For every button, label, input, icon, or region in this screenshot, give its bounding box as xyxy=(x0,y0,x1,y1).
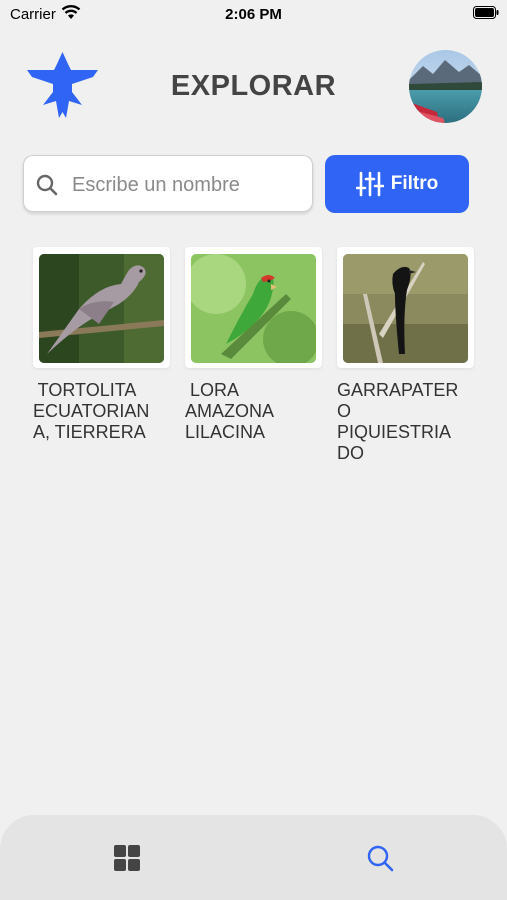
bird-thumbnail[interactable] xyxy=(337,247,474,368)
bird-card[interactable]: GARRAPATER O PIQUIESTRIA DO xyxy=(337,247,474,464)
grid-icon[interactable] xyxy=(113,844,141,872)
bird-name: GARRAPATER O PIQUIESTRIA DO xyxy=(337,380,459,463)
bird-thumbnail[interactable] xyxy=(33,247,170,368)
black-bird-photo xyxy=(343,254,468,363)
sliders-icon xyxy=(355,171,384,197)
tab-bar xyxy=(0,815,507,900)
search-input[interactable] xyxy=(70,166,304,204)
filter-button[interactable]: Filtro xyxy=(325,155,469,213)
bird-name: LORA AMAZONA LILACINA xyxy=(185,380,275,442)
dove-photo xyxy=(39,254,164,363)
green-parrot-photo xyxy=(191,254,316,363)
search-field[interactable] xyxy=(23,155,313,212)
bird-name: TORTOLITA ECUATORIAN A, TIERRERA xyxy=(33,380,150,442)
search-icon xyxy=(36,174,58,196)
filter-label: Filtro xyxy=(390,173,439,194)
lake-mountain-avatar xyxy=(409,50,482,123)
search-tab-icon[interactable] xyxy=(366,844,394,872)
bird-thumbnail[interactable] xyxy=(185,247,322,368)
status-bar: Carrier 2:06 PM xyxy=(0,0,507,28)
status-time: 2:06 PM xyxy=(225,6,282,23)
bird-card[interactable]: TORTOLITA ECUATORIAN A, TIERRERA xyxy=(33,247,170,443)
avatar[interactable] xyxy=(409,50,482,123)
bird-card[interactable]: LORA AMAZONA LILACINA xyxy=(185,247,322,443)
battery-icon xyxy=(473,6,499,19)
